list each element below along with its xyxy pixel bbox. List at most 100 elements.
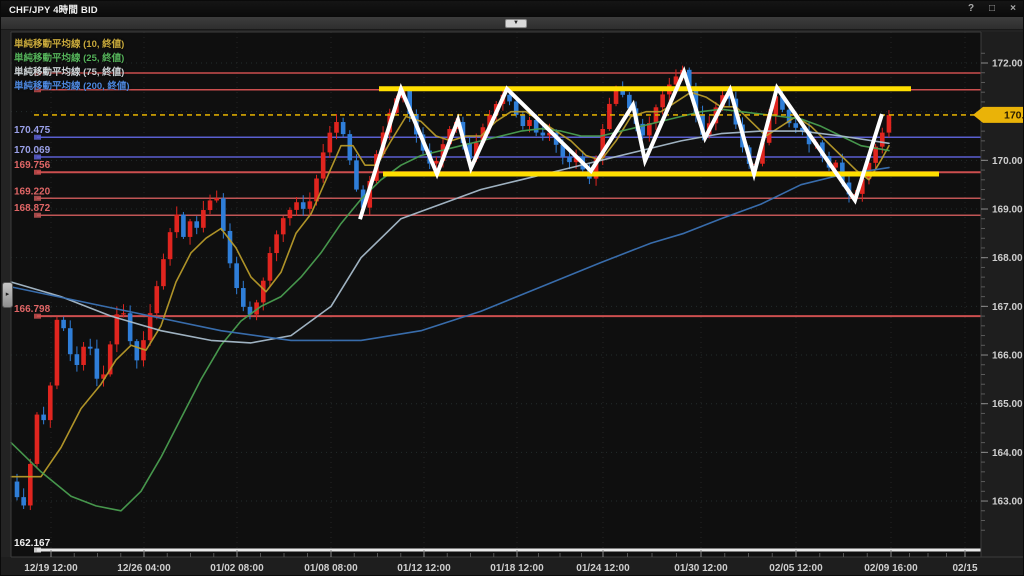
candle-body [128, 313, 133, 341]
candle-body [348, 134, 353, 160]
candle-body [308, 201, 313, 209]
candle-body [234, 263, 239, 288]
candle-body [214, 198, 219, 200]
candle-body [68, 328, 73, 354]
candle-body [288, 210, 293, 218]
candle-body [507, 95, 512, 102]
candle-body [95, 349, 100, 379]
candle-body [301, 202, 306, 209]
time-axis-label: 01/24 12:00 [576, 563, 630, 574]
candle-body [434, 161, 439, 164]
close-button[interactable]: × [1007, 2, 1019, 15]
candle-body [154, 286, 159, 313]
legend-sma200: 単純移動平均線 (200, 終値) [14, 80, 130, 94]
time-axis-label: 12/19 12:00 [24, 563, 78, 574]
price-level-label: 170.069 [14, 145, 51, 156]
candle-body [161, 259, 166, 286]
price-level-label: 168.872 [14, 203, 51, 214]
candle-body [221, 198, 226, 231]
legend-sma10: 単純移動平均線 (10, 終値) [14, 38, 130, 52]
candle-body [534, 120, 539, 133]
candle-body [341, 122, 346, 134]
title-bar: CHF/JPY 4時間 BID ? □ × [1, 1, 1024, 17]
candle-body [887, 115, 892, 132]
price-axis-label: 163.000 [992, 497, 1024, 508]
price-axis-label: 172.000 [992, 59, 1024, 70]
candle-body [607, 104, 612, 129]
candle-body [88, 347, 93, 349]
candle-body [321, 152, 326, 178]
candle-body [21, 497, 26, 505]
price-axis-label: 166.000 [992, 351, 1024, 362]
price-chart-canvas[interactable]: 170.475 170.069 169.756 169.220 168.872 166.7… [1, 1, 1024, 576]
candle-body [208, 200, 213, 210]
candle-body [274, 234, 279, 253]
candle-body [294, 202, 299, 210]
candle-body [201, 210, 206, 228]
candle-body [514, 101, 519, 114]
candle-body [241, 288, 246, 307]
time-axis-label: 02/05 12:00 [769, 563, 823, 574]
price-axis-label: 167.000 [992, 302, 1024, 313]
candle-body [121, 313, 126, 314]
candle-body [188, 221, 193, 237]
maximize-button[interactable]: □ [986, 2, 998, 15]
candle-body [527, 120, 532, 126]
price-tag-value: 170.933 [1004, 109, 1024, 121]
price-level-label: 162.167 [14, 538, 51, 549]
candle-body [48, 386, 53, 421]
candle-body [15, 482, 20, 498]
candle-body [41, 415, 46, 421]
toolbar-collapse-button[interactable]: ▼ [505, 19, 527, 28]
price-axis-label: 164.000 [992, 448, 1024, 459]
candle-body [541, 133, 546, 136]
price-level-label: 169.220 [14, 186, 51, 197]
indicator-legend: 単純移動平均線 (10, 終値) 単純移動平均線 (25, 終値) 単純移動平均… [14, 38, 130, 94]
candle-body [168, 232, 173, 259]
time-axis-label: 01/30 12:00 [674, 563, 728, 574]
candle-body [268, 253, 273, 281]
window-title: CHF/JPY 4時間 BID [1, 2, 98, 16]
legend-sma75: 単純移動平均線 (75, 終値) [14, 66, 130, 80]
price-axis-label: 165.000 [992, 399, 1024, 410]
candle-body [614, 90, 619, 104]
candle-body [135, 341, 140, 360]
time-axis-label: 01/18 12:00 [490, 563, 544, 574]
price-axis-label: 170.000 [992, 156, 1024, 167]
window-controls: ? □ × [965, 2, 1019, 15]
price-axis-label: 168.000 [992, 253, 1024, 264]
candle-body [521, 115, 526, 126]
time-axis-label: 12/26 04:00 [117, 563, 171, 574]
price-level-label: 166.798 [14, 304, 51, 315]
time-axis-label: 01/02 08:00 [210, 563, 264, 574]
help-button[interactable]: ? [965, 2, 977, 15]
chart-window: CHF/JPY 4時間 BID ? □ × ▼ 170.475 170.069 16… [0, 0, 1024, 576]
candle-body [181, 214, 186, 236]
candle-body [81, 347, 86, 365]
toolbar-strip: ▼ [1, 17, 1024, 30]
candle-body [880, 133, 885, 147]
candle-body [75, 354, 80, 365]
price-level-label: 170.475 [14, 125, 51, 136]
price-level-label: 169.756 [14, 160, 51, 171]
candle-body [793, 123, 798, 128]
candle-body [35, 415, 40, 464]
legend-sma25: 単純移動平均線 (25, 終値) [14, 52, 130, 66]
candle-body [354, 160, 359, 189]
candle-body [567, 157, 572, 162]
candle-body [328, 133, 333, 153]
panel-splitter-handle[interactable]: ▸ [2, 282, 13, 308]
candle-body [174, 214, 179, 232]
candle-body [55, 320, 60, 386]
candle-body [61, 320, 66, 328]
current-price-tag: 170.933 [973, 107, 1024, 123]
candle-body [660, 94, 665, 107]
time-axis-label: 02/15 [952, 563, 977, 574]
candle-body [334, 122, 339, 133]
candle-body [194, 221, 199, 227]
candle-body [228, 231, 233, 263]
candle-body [281, 218, 286, 234]
time-axis-label: 01/12 12:00 [397, 563, 451, 574]
time-axis-label: 01/08 08:00 [304, 563, 358, 574]
price-axis-label: 169.000 [992, 205, 1024, 216]
